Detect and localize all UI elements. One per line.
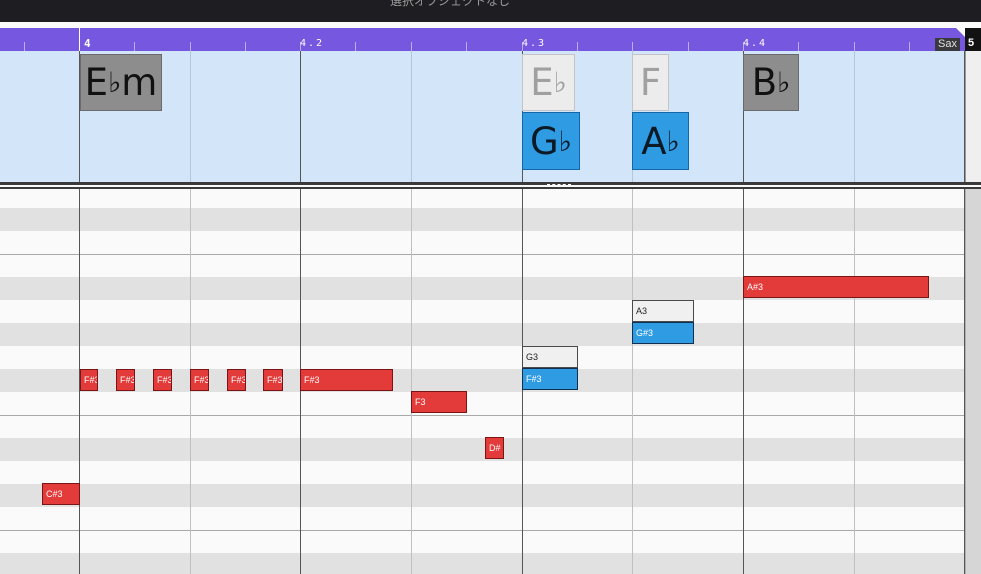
chord-root: E (530, 61, 554, 104)
midi-note[interactable]: F3 (411, 391, 467, 413)
key-row (0, 438, 965, 461)
midi-note[interactable]: F#3 (300, 369, 393, 391)
chord-accidental: ♭ (777, 66, 791, 99)
midi-note[interactable]: C#3 (42, 483, 80, 505)
key-row (0, 208, 965, 231)
midi-note[interactable]: D# (485, 437, 504, 459)
chord-root: E (84, 61, 109, 104)
chord-accidental: ♭ (553, 66, 567, 99)
ruler-tick (688, 42, 689, 51)
ruler-label-bar-4: 4 (84, 37, 91, 50)
chord-event-bb[interactable]: B ♭ (743, 54, 799, 111)
key-row (0, 507, 965, 530)
midi-note[interactable]: F#3 (263, 369, 283, 391)
grid-line (411, 189, 412, 574)
octave-line (0, 415, 965, 416)
ruler-label-4-4: 4.4 (743, 38, 768, 49)
midi-note[interactable]: F#3 (153, 369, 172, 391)
ruler-label-4-3: 4.3 (522, 38, 547, 49)
chord-event-ab-scale[interactable]: A ♭ (632, 112, 689, 170)
ruler-tick (24, 42, 25, 51)
chord-track[interactable]: E ♭ m E ♭ G ♭ F A ♭ B ♭ (0, 51, 965, 182)
chord-root: B (751, 61, 778, 104)
chord-event-ebm[interactable]: E ♭ m (80, 54, 162, 111)
key-row (0, 461, 965, 484)
key-row (0, 346, 965, 369)
key-row (0, 254, 965, 277)
end-marker-icon[interactable] (956, 28, 965, 37)
grid-line (411, 51, 412, 182)
ruler-tick (854, 42, 855, 51)
midi-note[interactable]: F#3 (80, 369, 98, 391)
track-name-tag: Sax (935, 38, 960, 51)
midi-note[interactable]: F#3 (227, 369, 246, 391)
beat-line (743, 189, 744, 574)
grid-line (854, 189, 855, 574)
chord-event-eb-chord[interactable]: E ♭ (522, 54, 575, 111)
ruler-label-4-2: 4.2 (300, 38, 325, 49)
ruler-tick (134, 42, 135, 51)
chord-accidental: ♭ (558, 124, 572, 158)
midi-note[interactable]: A#3 (743, 276, 929, 298)
selection-info: 選択オブジェクトなし (390, 0, 511, 8)
key-row (0, 323, 965, 346)
ruler-tick (190, 42, 191, 51)
splitter-line (0, 182, 981, 185)
ruler-tick (577, 42, 578, 51)
ruler-tick (798, 42, 799, 51)
chord-root: G (530, 119, 559, 163)
midi-note[interactable]: G3 (522, 346, 578, 368)
ruler-label-bar-5: 5 (968, 37, 975, 49)
key-row (0, 415, 965, 438)
key-row (0, 530, 965, 553)
chord-root: A (641, 119, 667, 163)
midi-note[interactable]: A3 (632, 300, 694, 322)
ruler-tick (466, 42, 467, 51)
splitter-grip-icon[interactable] (547, 184, 571, 187)
key-row (0, 484, 965, 507)
lane-splitter[interactable] (0, 182, 981, 189)
piano-roll-scrollbar[interactable] (965, 189, 981, 574)
key-row (0, 231, 965, 254)
chord-accidental: ♭ (108, 66, 122, 99)
top-bar: 選択オブジェクトなし (0, 0, 981, 22)
octave-line (0, 254, 965, 255)
key-row (0, 392, 965, 415)
midi-note[interactable]: G#3 (632, 322, 694, 344)
ruler-tick (355, 42, 356, 51)
key-row (0, 369, 965, 392)
grid-line (854, 51, 855, 182)
beat-line (300, 51, 301, 182)
ruler-tick (632, 42, 633, 51)
grid-line (632, 189, 633, 574)
ruler-tick (411, 42, 412, 51)
piano-roll-grid[interactable]: C#3 F#3 F#3 F#3 F#3 F#3 F#3 F#3 F3 D# G3… (0, 189, 965, 574)
ruler-tick (909, 42, 910, 51)
chord-root: F (639, 61, 662, 104)
midi-note[interactable]: F#3 (522, 368, 578, 390)
chord-event-gb-scale[interactable]: G ♭ (522, 112, 580, 170)
midi-note[interactable]: F#3 (116, 369, 135, 391)
midi-note[interactable]: F#3 (190, 369, 209, 391)
octave-line (0, 530, 965, 531)
chord-accidental: ♭ (666, 124, 680, 158)
bar-marker (79, 28, 80, 51)
chord-track-scrollbar[interactable] (965, 51, 981, 182)
key-row (0, 300, 965, 323)
chord-quality: m (121, 61, 158, 104)
grid-line (190, 51, 191, 182)
key-row (0, 553, 965, 574)
chord-event-f-chord[interactable]: F (632, 54, 669, 111)
timeline-ruler[interactable]: 4 4.2 4.3 4.4 Sax 5 (0, 28, 981, 51)
ruler-tick (245, 42, 246, 51)
